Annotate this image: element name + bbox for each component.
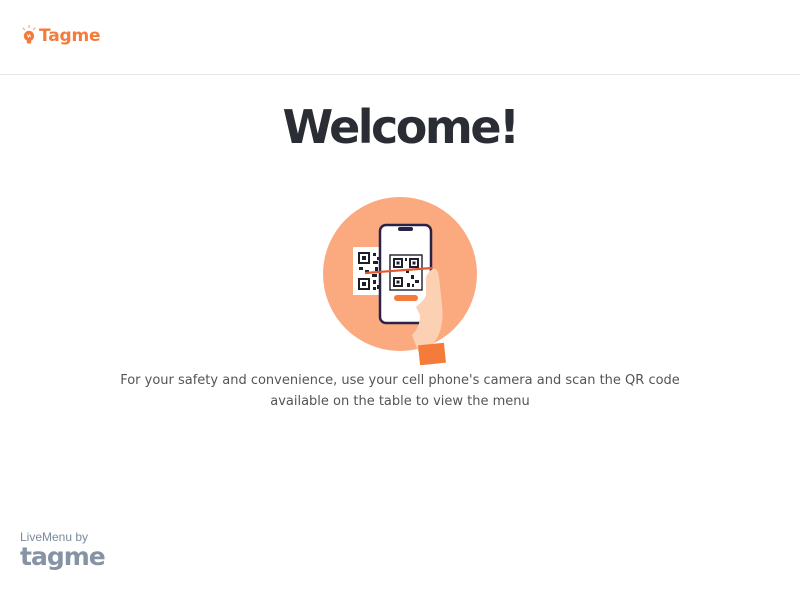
footer-branding: LiveMenu by tagme — [20, 530, 106, 571]
instructions-line-2: available on the table to view the menu — [270, 394, 530, 409]
qr-scan-illustration — [320, 195, 482, 366]
footer-brand-logo[interactable]: tagme — [20, 542, 106, 571]
brand-logo-link[interactable]: Tagme — [22, 25, 100, 47]
brand-name: Tagme — [39, 26, 101, 46]
lightbulb-icon — [22, 25, 36, 44]
instructions-text: For your safety and convenience, use you… — [100, 370, 700, 412]
page-title: Welcome! — [282, 100, 520, 154]
instructions-line-1: For your safety and convenience, use you… — [120, 373, 680, 388]
top-header: Tagme — [0, 0, 800, 75]
